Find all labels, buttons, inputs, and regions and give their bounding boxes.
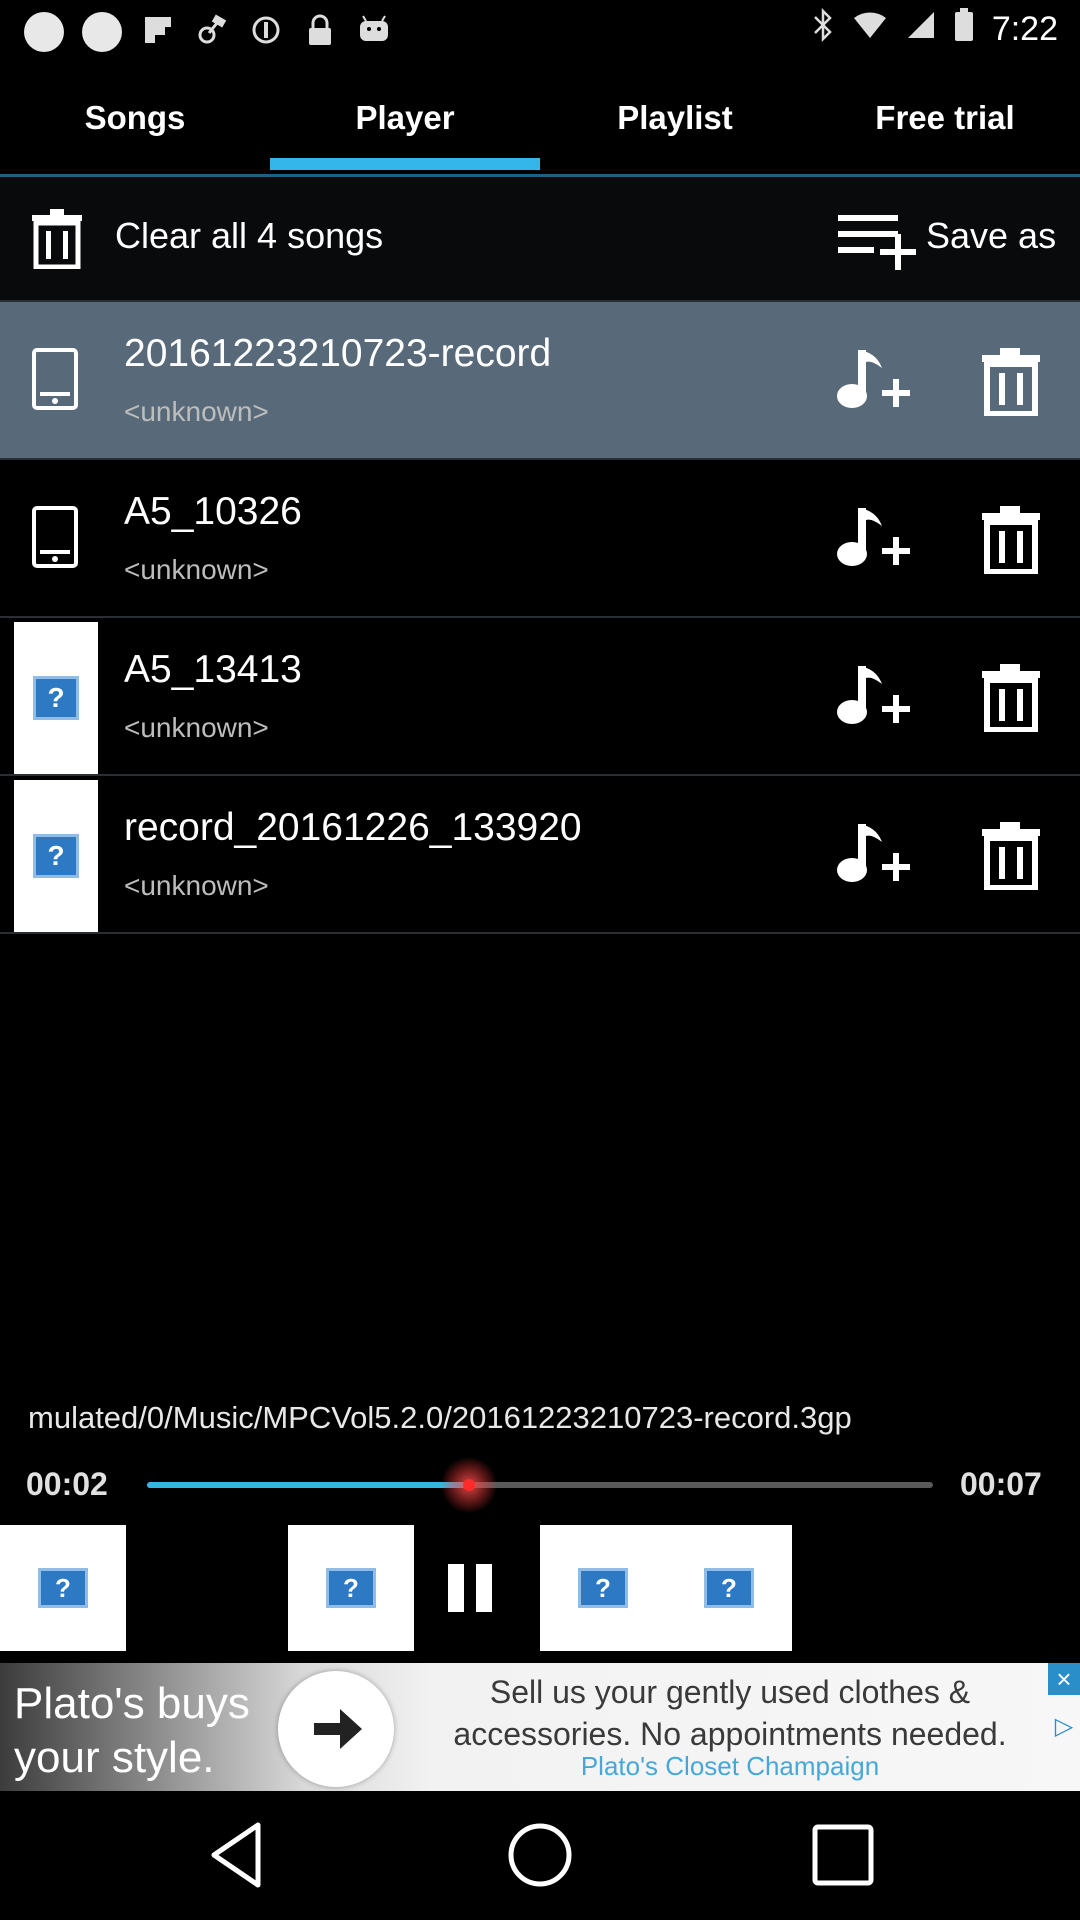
add-to-playlist-icon[interactable]	[836, 346, 912, 414]
add-to-playlist-icon[interactable]	[836, 662, 912, 730]
song-row[interactable]: A5_10326 <unknown>	[0, 460, 1080, 618]
elapsed-time: 00:02	[26, 1466, 108, 1502]
player-control-button[interactable]: ?	[0, 1525, 126, 1651]
missing-image-icon: ?	[326, 1568, 376, 1608]
add-to-playlist-icon[interactable]	[836, 504, 912, 572]
clear-all-button[interactable]	[30, 207, 84, 269]
clear-all-label[interactable]: Clear all 4 songs	[115, 215, 383, 257]
song-artist: <unknown>	[124, 870, 269, 901]
ad-arrow-button[interactable]	[278, 1671, 394, 1787]
seek-bar-progress	[147, 1482, 470, 1488]
ad-banner[interactable]: Plato's buys your style. Sell us your ge…	[0, 1663, 1080, 1791]
unknown-album-art-icon: ?	[14, 622, 98, 774]
phone-storage-icon	[32, 348, 78, 410]
next-button[interactable]: ?	[540, 1525, 666, 1651]
arrow-right-icon	[314, 1709, 362, 1749]
seek-handle[interactable]	[463, 1479, 476, 1491]
tab-free-trial[interactable]: Free trial	[810, 62, 1080, 174]
add-to-playlist-icon[interactable]	[836, 820, 912, 888]
ad-body-text: Sell us your gently used clothes & acces…	[453, 1674, 1007, 1752]
status-bar: 7:22	[0, 0, 1080, 62]
song-artist: <unknown>	[124, 396, 269, 427]
delete-song-icon[interactable]	[976, 820, 1046, 890]
tab-playlist[interactable]: Playlist	[540, 62, 810, 174]
queue-toolbar: Clear all 4 songs Save as	[0, 177, 1080, 302]
status-left-icons	[24, 12, 392, 52]
navigation-bar	[0, 1791, 1080, 1920]
selected-tab-indicator	[270, 158, 540, 170]
ad-headline: Plato's buys your style.	[14, 1679, 250, 1782]
missing-image-icon: ?	[578, 1568, 628, 1608]
pause-button[interactable]	[440, 1560, 504, 1616]
song-title: A5_10326	[124, 490, 302, 533]
recents-icon[interactable]	[803, 1815, 883, 1895]
song-row[interactable]: 20161223210723-record <unknown>	[0, 302, 1080, 460]
clock: 7:22	[991, 9, 1058, 48]
tab-songs[interactable]: Songs	[0, 62, 270, 174]
delete-song-icon[interactable]	[976, 662, 1046, 732]
missing-image-icon: ?	[38, 1568, 88, 1608]
total-duration: 00:07	[960, 1466, 1042, 1502]
missing-image-icon: ?	[704, 1568, 754, 1608]
tab-bar: Songs Player Playlist Free trial	[0, 62, 1080, 177]
home-icon[interactable]	[500, 1815, 580, 1895]
phone-storage-icon	[32, 506, 78, 568]
ad-info-icon[interactable]: ▷	[1048, 1711, 1080, 1743]
song-title: A5_13413	[124, 648, 302, 691]
song-row[interactable]: ? record_20161226_133920 <unknown>	[0, 776, 1080, 934]
battery-icon	[954, 8, 974, 50]
notification-dot-icon	[24, 12, 64, 52]
previous-button[interactable]: ?	[288, 1525, 414, 1651]
save-as-button[interactable]: Save as	[926, 215, 1056, 257]
seek-bar[interactable]	[147, 1457, 933, 1513]
song-row[interactable]: ? A5_13413 <unknown>	[0, 618, 1080, 776]
song-artist: <unknown>	[124, 712, 269, 743]
fake-gps-icon	[194, 12, 230, 48]
back-icon[interactable]	[200, 1815, 280, 1895]
song-title: record_20161226_133920	[124, 806, 582, 849]
song-artist: <unknown>	[124, 554, 269, 585]
delete-song-icon[interactable]	[976, 504, 1046, 574]
player-control-button[interactable]: ?	[666, 1525, 792, 1651]
ad-close-icon[interactable]: ×	[1048, 1663, 1080, 1695]
bluetooth-icon	[812, 7, 834, 50]
lock-icon	[302, 12, 338, 48]
circle-icon	[248, 12, 284, 48]
wifi-icon	[852, 10, 888, 48]
ad-advertiser: Plato's Closet Champaign	[580, 1751, 880, 1781]
unknown-album-art-icon: ?	[14, 780, 98, 932]
notification-dot-icon	[82, 12, 122, 52]
android-icon	[356, 12, 392, 48]
flipboard-icon	[140, 12, 176, 48]
signal-icon	[906, 10, 936, 48]
delete-song-icon[interactable]	[976, 346, 1046, 416]
song-title: 20161223210723-record	[124, 332, 552, 375]
now-playing-file-path: mulated/0/Music/MPCVol5.2.0/201612232107…	[28, 1400, 852, 1435]
status-right: 7:22	[812, 7, 1058, 50]
playlist-add-icon[interactable]	[838, 211, 920, 273]
